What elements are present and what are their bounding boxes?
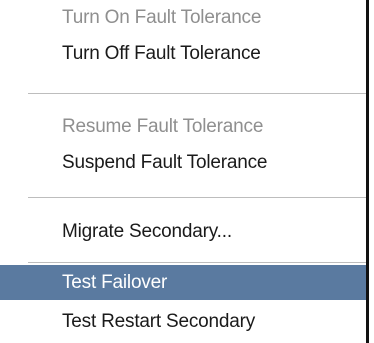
menu-item-suspend-fault-tolerance[interactable]: Suspend Fault Tolerance	[0, 145, 366, 180]
context-menu: Turn On Fault Tolerance Turn Off Fault T…	[0, 0, 369, 343]
menu-item-test-restart-secondary[interactable]: Test Restart Secondary	[0, 304, 366, 339]
menu-separator	[28, 93, 366, 94]
menu-item-turn-on-fault-tolerance: Turn On Fault Tolerance	[62, 7, 262, 28]
menu-item-resume-fault-tolerance: Resume Fault Tolerance	[62, 116, 264, 137]
menu-item-migrate-secondary[interactable]: Migrate Secondary...	[0, 214, 366, 249]
menu-separator	[28, 197, 366, 198]
menu-separator	[28, 262, 366, 263]
menu-item-test-failover[interactable]: Test Failover	[0, 265, 366, 300]
menu-item-turn-off-fault-tolerance[interactable]: Turn Off Fault Tolerance	[0, 36, 366, 71]
